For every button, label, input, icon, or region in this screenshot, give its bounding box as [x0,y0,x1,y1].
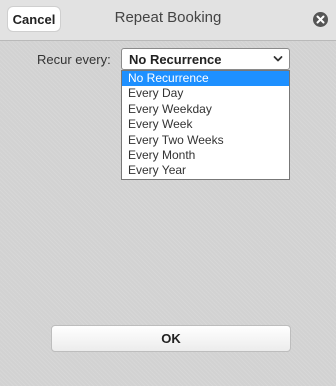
recur-every-label: Recur every: [37,52,111,67]
option-every-weekday[interactable]: Every Weekday [122,102,289,117]
close-icon[interactable] [313,12,328,27]
recurrence-select-value: No Recurrence [129,52,222,67]
option-every-two-weeks[interactable]: Every Two Weeks [122,133,289,148]
option-every-year[interactable]: Every Year [122,163,289,178]
dialog-header: Cancel Repeat Booking [0,0,336,41]
ok-button[interactable]: OK [51,325,291,352]
option-every-week[interactable]: Every Week [122,117,289,132]
chevron-down-icon [273,56,283,62]
option-no-recurrence[interactable]: No Recurrence [122,71,289,87]
dialog-title: Repeat Booking [114,9,222,26]
option-every-day[interactable]: Every Day [122,86,289,101]
recurrence-options-list: No Recurrence Every Day Every Weekday Ev… [121,70,290,180]
recurrence-select[interactable]: No Recurrence [121,48,290,70]
option-every-month[interactable]: Every Month [122,148,289,163]
